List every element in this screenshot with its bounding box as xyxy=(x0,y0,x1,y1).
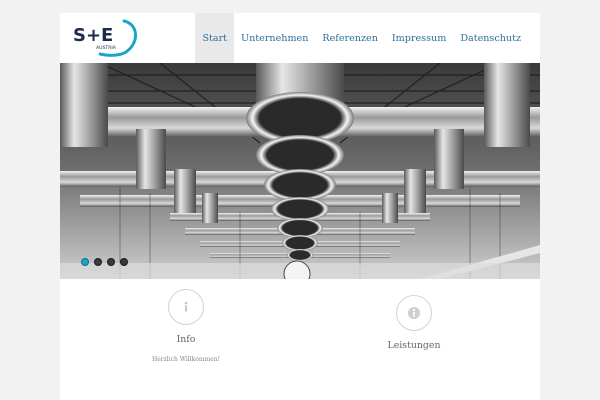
hero-image xyxy=(60,63,540,279)
nav-item-unternehmen[interactable]: Unternehmen xyxy=(234,13,315,63)
slider-dot-2[interactable] xyxy=(94,258,102,266)
site-header: S+E AUSTRIA Start Unternehmen Referenzen… xyxy=(60,13,540,63)
logo-main-text: S+E xyxy=(73,25,113,46)
feature-text: Herzlich Willkommen! xyxy=(151,356,221,363)
feature-info: Info Herzlich Willkommen! xyxy=(116,289,256,363)
slider-dots xyxy=(81,258,128,266)
slider-dot-4[interactable] xyxy=(120,258,128,266)
feature-leistungen: Leistungen xyxy=(344,295,484,351)
page: S+E AUSTRIA Start Unternehmen Referenzen… xyxy=(60,13,540,400)
main-nav: Start Unternehmen Referenzen Impressum D… xyxy=(195,13,528,63)
slider-dot-1[interactable] xyxy=(81,258,89,266)
nav-item-start[interactable]: Start xyxy=(195,13,235,63)
feature-title: Leistungen xyxy=(387,340,441,351)
nav-item-referenzen[interactable]: Referenzen xyxy=(315,13,384,63)
nav-item-datenschutz[interactable]: Datenschutz xyxy=(453,13,528,63)
brand-logo[interactable]: S+E AUSTRIA xyxy=(70,18,140,58)
logo-graphic: S+E AUSTRIA xyxy=(73,19,137,57)
info-icon xyxy=(396,295,432,331)
feature-title: Info xyxy=(176,334,196,345)
info-icon xyxy=(168,289,204,325)
nav-item-impressum[interactable]: Impressum xyxy=(385,13,453,63)
hero-slider[interactable] xyxy=(60,63,540,279)
features-section: Info Herzlich Willkommen! Leistungen xyxy=(60,279,540,400)
slider-dot-3[interactable] xyxy=(107,258,115,266)
logo-sub-text: AUSTRIA xyxy=(96,45,117,51)
